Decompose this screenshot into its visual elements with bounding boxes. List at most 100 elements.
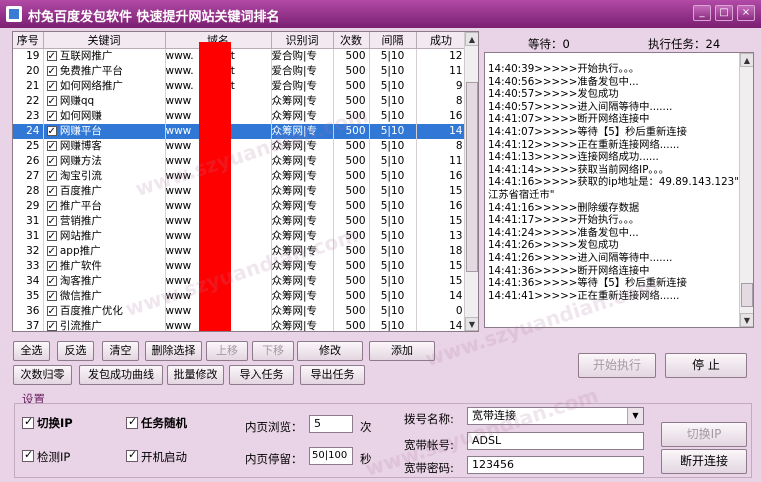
clear-button[interactable]: 清空 (102, 341, 139, 361)
table-row[interactable]: 36 百度推广优化www众筹网|专5005|100 (13, 304, 467, 319)
account-input[interactable]: ADSL (467, 432, 644, 450)
start-button[interactable]: 开始执行 (578, 353, 656, 378)
success-curve-button[interactable]: 发包成功曲线 (79, 365, 163, 385)
table-row[interactable]: 23 如何网赚www众筹网|专5005|1016 (13, 109, 467, 124)
row-checkbox[interactable] (46, 154, 57, 169)
table-row[interactable]: 24 网赚平台www众筹网|专5005|1014 (13, 124, 467, 139)
switch-ip-checkbox[interactable] (22, 415, 34, 429)
disconnect-button[interactable]: 断开连接 (661, 449, 747, 474)
row-keyword[interactable]: 引流推广 (43, 319, 166, 331)
scroll-up-icon[interactable]: ▲ (465, 32, 478, 46)
row-keyword[interactable]: 如何网赚 (43, 109, 166, 124)
export-task-button[interactable]: 导出任务 (300, 365, 365, 385)
table-row[interactable]: 25 网赚博客www众筹网|专5005|108 (13, 139, 467, 154)
row-keyword[interactable]: 网赚方法 (43, 154, 166, 169)
row-checkbox[interactable] (46, 229, 57, 244)
row-checkbox[interactable] (46, 199, 57, 214)
table-row[interactable]: 31 网站推广www众筹网|专5005|1013 (13, 229, 467, 244)
table-row[interactable]: 33 推广软件www众筹网|专5005|1015 (13, 259, 467, 274)
switch-ip-button[interactable]: 切换IP (661, 422, 747, 447)
row-keyword[interactable]: 营销推广 (43, 214, 166, 229)
move-up-button[interactable]: 上移 (206, 341, 248, 361)
col-header-no[interactable]: 序号 (13, 32, 44, 49)
table-row[interactable]: 31 营销推广www众筹网|专5005|1015 (13, 214, 467, 229)
invert-select-button[interactable]: 反选 (57, 341, 94, 361)
random-task-checkbox[interactable] (126, 415, 138, 429)
row-keyword[interactable]: 百度推广优化 (43, 304, 166, 319)
stop-button[interactable]: 停 止 (665, 353, 747, 378)
row-checkbox[interactable] (46, 244, 57, 259)
import-task-button[interactable]: 导入任务 (229, 365, 294, 385)
row-checkbox[interactable] (46, 49, 57, 64)
row-checkbox[interactable] (46, 109, 57, 124)
dial-name-select[interactable]: 宽带连接 ▼ (467, 407, 644, 425)
log-scroll-down-icon[interactable]: ▼ (740, 313, 753, 327)
row-checkbox[interactable] (46, 169, 57, 184)
table-row[interactable]: 37 引流推广www众筹网|专5005|1014 (13, 319, 467, 331)
row-checkbox[interactable] (46, 79, 57, 94)
row-keyword[interactable]: 如何网络推广 (43, 79, 166, 94)
col-header-keyword[interactable]: 关键词 (43, 32, 166, 49)
table-scrollbar[interactable]: ▲ ▼ (464, 32, 478, 331)
row-keyword[interactable]: 淘客推广 (43, 274, 166, 289)
keyword-table[interactable]: 序号 关键词 域名 识别词 次数 间隔 成功 19 互联网推广www.u.net… (12, 31, 479, 332)
row-keyword[interactable]: 网赚qq (43, 94, 166, 109)
delete-selected-button[interactable]: 删除选择 (145, 341, 202, 361)
log-scroll-thumb[interactable] (741, 283, 753, 307)
row-keyword[interactable]: 微信推广 (43, 289, 166, 304)
row-keyword[interactable]: 淘宝引流 (43, 169, 166, 184)
row-keyword[interactable]: 百度推广 (43, 184, 166, 199)
table-row[interactable]: 21 如何网络推广www.u.net爱合购|专5005|109 (13, 79, 467, 94)
col-header-ident[interactable]: 识别词 (271, 32, 334, 49)
row-keyword[interactable]: 互联网推广 (43, 48, 166, 64)
minimize-button[interactable]: _ (693, 5, 711, 21)
move-down-button[interactable]: 下移 (252, 341, 294, 361)
reset-count-button[interactable]: 次数归零 (13, 365, 72, 385)
row-keyword[interactable]: 网赚博客 (43, 139, 166, 154)
row-checkbox[interactable] (46, 289, 57, 304)
table-row[interactable]: 22 网赚qqwww众筹网|专5005|108 (13, 94, 467, 109)
auto-start-checkbox[interactable] (126, 448, 138, 462)
row-checkbox[interactable] (46, 139, 57, 154)
table-row[interactable]: 20 免费推广平台www.u.net爱合购|专5005|1011 (13, 64, 467, 79)
row-checkbox[interactable] (46, 64, 57, 79)
table-row[interactable]: 32 app推广www众筹网|专5005|1018 (13, 244, 467, 259)
row-checkbox[interactable] (46, 319, 57, 331)
table-row[interactable]: 27 淘宝引流www众筹网|专5005|1016 (13, 169, 467, 184)
row-keyword[interactable]: 推广软件 (43, 259, 166, 274)
table-row[interactable]: 26 网赚方法www众筹网|专5005|1011 (13, 154, 467, 169)
password-input[interactable]: 123456 (467, 456, 644, 474)
row-keyword[interactable]: app推广 (43, 244, 166, 259)
row-keyword[interactable]: 免费推广平台 (43, 64, 166, 79)
log-scroll-up-icon[interactable]: ▲ (740, 53, 753, 67)
table-row[interactable]: 34 淘客推广www众筹网|专5005|1015 (13, 274, 467, 289)
col-header-count[interactable]: 次数 (333, 32, 370, 49)
maximize-button[interactable]: □ (715, 5, 733, 21)
table-row[interactable]: 29 推广平台www众筹网|专5005|1016 (13, 199, 467, 214)
detect-ip-checkbox[interactable] (22, 448, 34, 462)
row-checkbox[interactable] (46, 214, 57, 229)
table-row[interactable]: 35 微信推广www众筹网|专5005|1014 (13, 289, 467, 304)
add-button[interactable]: 添加 (369, 341, 435, 361)
batch-edit-button[interactable]: 批量修改 (167, 365, 224, 385)
row-checkbox[interactable] (46, 304, 57, 319)
col-header-interval[interactable]: 间隔 (369, 32, 417, 49)
row-keyword[interactable]: 网赚平台 (43, 124, 166, 139)
col-header-success[interactable]: 成功 (416, 32, 467, 49)
table-row[interactable]: 19 互联网推广www.u.net爱合购|专5005|1012 (13, 48, 467, 64)
log-scrollbar[interactable]: ▲ ▼ (739, 53, 753, 327)
chevron-down-icon[interactable]: ▼ (627, 408, 643, 424)
inner-browse-input[interactable]: 5 (309, 415, 353, 433)
edit-button[interactable]: 修改 (297, 341, 363, 361)
inner-stay-input[interactable]: 50|100 (309, 447, 353, 465)
row-checkbox[interactable] (46, 274, 57, 289)
select-all-button[interactable]: 全选 (13, 341, 50, 361)
row-keyword[interactable]: 推广平台 (43, 199, 166, 214)
row-checkbox[interactable] (46, 184, 57, 199)
row-checkbox[interactable] (46, 259, 57, 274)
close-button[interactable]: × (737, 5, 755, 21)
scroll-thumb[interactable] (466, 82, 478, 272)
log-panel[interactable]: 14:40:39>>>>>开始执行。。。 14:40:56>>>>>准备发包中..… (484, 52, 754, 328)
row-checkbox[interactable] (46, 124, 57, 139)
scroll-down-icon[interactable]: ▼ (465, 317, 478, 331)
